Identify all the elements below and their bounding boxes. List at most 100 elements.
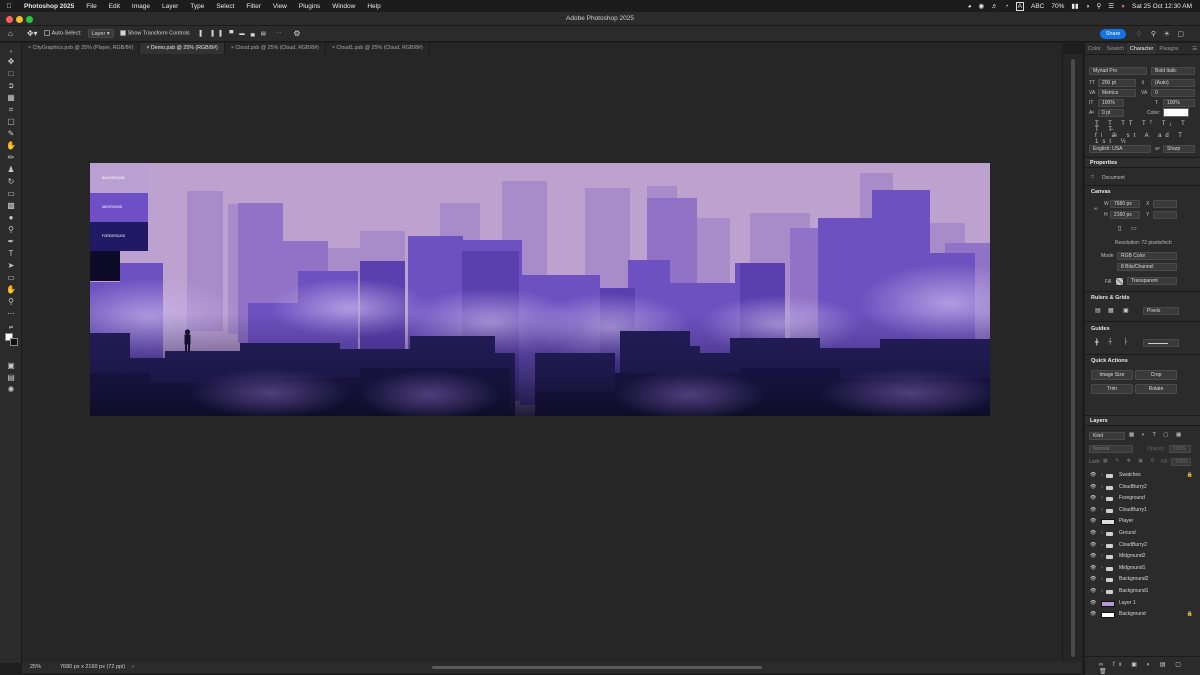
guide-grid-icon[interactable]: ╋	[1095, 339, 1099, 346]
visibility-eye-icon[interactable]: 👁	[1090, 574, 1096, 586]
input-source-icon[interactable]: A	[1015, 1, 1024, 11]
align-right-icon[interactable]: ▌	[219, 31, 223, 37]
healing-brush-icon[interactable]: ✋	[4, 141, 18, 151]
input-source-label[interactable]: ABC	[1031, 3, 1044, 10]
align-bottom-icon[interactable]: ▄	[251, 31, 255, 37]
type-tool-icon[interactable]: T	[4, 249, 18, 259]
layers-panel-header[interactable]: Layers	[1085, 415, 1200, 426]
marquee-tool-icon[interactable]: □	[4, 69, 18, 79]
menu-window[interactable]: Window	[326, 3, 361, 10]
search-icon[interactable]: ⚲	[1096, 2, 1101, 10]
expand-chevron-icon[interactable]: ›	[1101, 505, 1103, 517]
ruler-units-select[interactable]: Pixels	[1143, 307, 1179, 315]
guide-style-select[interactable]	[1143, 339, 1179, 347]
swap-colors-icon[interactable]: ⇄	[4, 323, 18, 333]
lock-options-icons[interactable]: ▦ ✎ ✥ ▣ ⚲	[1103, 458, 1157, 464]
eraser-tool-icon[interactable]: ▭	[4, 189, 18, 199]
layer-filter-icons[interactable]: ▩ ◐ T ▢ ▦	[1129, 432, 1184, 438]
visibility-eye-icon[interactable]: 👁	[1090, 505, 1096, 517]
visibility-eye-icon[interactable]: 👁	[1090, 563, 1096, 575]
expand-chevron-icon[interactable]: ›	[1101, 574, 1103, 586]
layer-row[interactable]: 👁 › Foreground	[1085, 493, 1200, 505]
generative-fill-icon[interactable]: ✺	[4, 385, 18, 395]
battery-percent[interactable]: 70%	[1051, 3, 1064, 10]
layer-row[interactable]: 👁 › Background2	[1085, 574, 1200, 586]
learn-icon[interactable]: ☀	[1164, 30, 1170, 38]
image-size-button[interactable]: Image Size	[1091, 370, 1133, 380]
menu-layer[interactable]: Layer	[156, 3, 184, 10]
tab-color[interactable]: Color	[1085, 43, 1104, 54]
color-mode-select[interactable]: RGB Color	[1117, 252, 1177, 260]
layer-row[interactable]: 👁 › CloudBurry1	[1085, 505, 1200, 517]
menu-edit[interactable]: Edit	[103, 3, 126, 10]
vertical-scale-field[interactable]: 100%	[1098, 99, 1124, 107]
properties-panel-header[interactable]: Properties	[1085, 157, 1200, 168]
layer-row[interactable]: 👁 › Background1	[1085, 586, 1200, 598]
tab-paragraph[interactable]: Paragra	[1156, 43, 1181, 54]
home-icon[interactable]: ⌂	[8, 29, 13, 38]
visibility-eye-icon[interactable]: 👁	[1090, 516, 1096, 528]
menu-filter[interactable]: Filter	[240, 3, 266, 10]
horizontal-scale-field[interactable]: 100%	[1163, 99, 1195, 107]
menu-help[interactable]: Help	[361, 3, 386, 10]
visibility-eye-icon[interactable]: 👁	[1090, 609, 1096, 621]
baseline-shift-field[interactable]: 0 pt	[1098, 109, 1124, 117]
battery-icon[interactable]: ▮▮	[1071, 2, 1078, 10]
panel-menu-icon[interactable]: ☰	[1189, 43, 1200, 54]
lasso-tool-icon[interactable]: ➲	[4, 81, 18, 91]
visibility-eye-icon[interactable]: 👁	[1090, 482, 1096, 494]
visibility-eye-icon[interactable]: 👁	[1090, 551, 1096, 563]
canvas-width-field[interactable]: 7680 px	[1110, 200, 1140, 208]
tab-cloud[interactable]: × Cloud.psb @ 25% (Cloud, RGB/8#)	[225, 43, 326, 54]
canvas-x-field[interactable]	[1153, 200, 1177, 208]
gradient-tool-icon[interactable]: ▩	[4, 201, 18, 211]
tab-character[interactable]: Character	[1127, 43, 1157, 54]
expand-chevron-icon[interactable]: ›	[1101, 586, 1103, 598]
search-panel-icon[interactable]: ⚲	[1151, 30, 1156, 38]
crop-button[interactable]: Crop	[1135, 370, 1177, 380]
expand-chevron-icon[interactable]: ›	[1101, 551, 1103, 563]
show-transform-checkbox[interactable]: Show Transform Controls	[119, 30, 190, 37]
expand-chevron-icon[interactable]: ›	[1101, 540, 1103, 552]
quick-mask-icon[interactable]: ▣	[4, 361, 18, 371]
edit-toolbar-icon[interactable]: ⋯	[4, 309, 18, 319]
control-center-icon[interactable]: ☰	[1108, 2, 1114, 10]
orientation-landscape-icon[interactable]: ▭	[1131, 225, 1137, 232]
apple-menu-icon[interactable]: 	[0, 3, 18, 10]
workspace-icon[interactable]: ▢	[1177, 30, 1184, 38]
brush-tool-icon[interactable]: ✏	[4, 153, 18, 163]
menu-type[interactable]: Type	[184, 3, 210, 10]
wifi-icon[interactable]: ◑	[1086, 3, 1090, 10]
quick-actions-header[interactable]: Quick Actions	[1091, 358, 1128, 364]
font-size-field[interactable]: 200 pt	[1098, 79, 1136, 87]
orientation-portrait-icon[interactable]: ▯	[1118, 225, 1121, 232]
more-options-icon[interactable]: ⋯	[276, 31, 282, 37]
document-info[interactable]: 7680 px x 2160 px (72 ppi)	[60, 662, 125, 673]
align-top-icon[interactable]: ▀	[229, 31, 233, 37]
canvas-y-field[interactable]	[1153, 211, 1177, 219]
blur-tool-icon[interactable]: ●	[4, 213, 18, 223]
blend-mode-select[interactable]: Normal	[1089, 445, 1133, 453]
menu-select[interactable]: Select	[210, 3, 240, 10]
move-tool-preset-icon[interactable]: ✥▾	[27, 29, 38, 38]
settings-gear-icon[interactable]: ⚙	[293, 29, 300, 38]
layer-fill-field[interactable]: 100%	[1171, 458, 1191, 466]
antialias-select[interactable]: Sharp	[1163, 145, 1195, 153]
layer-row[interactable]: 👁 › Ground	[1085, 528, 1200, 540]
vertical-scroll-thumb[interactable]	[1071, 59, 1075, 657]
font-style-select[interactable]: Bold Italic	[1151, 67, 1195, 75]
layer-row[interactable]: 👁 › CloudBurry2	[1085, 482, 1200, 494]
fill-swatch[interactable]	[1116, 278, 1123, 285]
align-middle-icon[interactable]: ▬	[239, 31, 245, 37]
bit-depth-select[interactable]: 8 Bits/Channel	[1117, 263, 1177, 271]
canvas-workspace[interactable]: BACKGROUND MIDGROUND FOREGROUND	[22, 54, 1062, 662]
guide-lock-icon[interactable]: ├	[1123, 339, 1127, 345]
text-color-swatch[interactable]	[1163, 108, 1189, 117]
toolbar-collapse-icon[interactable]: »	[4, 47, 18, 57]
hand-tool-icon[interactable]: ✋	[4, 285, 18, 295]
status-headphone-icon[interactable]: ◔	[1005, 3, 1009, 10]
layer-row[interactable]: 👁 › Swatches 🔒	[1085, 470, 1200, 482]
vertical-scrollbar[interactable]	[1062, 54, 1082, 662]
tracking-field[interactable]: 0	[1151, 89, 1195, 97]
align-left-icon[interactable]: ▌	[200, 31, 204, 37]
